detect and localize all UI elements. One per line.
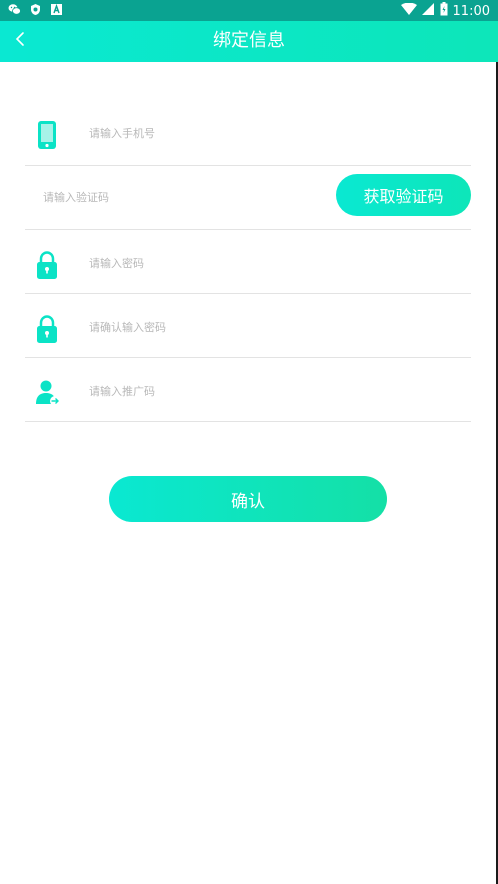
confirm-password-input[interactable] xyxy=(89,316,349,338)
bind-info-form: 获取验证码 xyxy=(25,100,471,422)
wifi-icon xyxy=(400,2,417,20)
lock-icon xyxy=(35,314,59,343)
a-icon xyxy=(50,3,63,16)
confirm-button[interactable]: 确认 xyxy=(109,476,387,522)
app-header: 绑定信息 xyxy=(0,21,498,62)
status-bar: 11:00 xyxy=(0,0,498,21)
wechat-icon xyxy=(8,3,21,16)
page-title: 绑定信息 xyxy=(213,30,285,51)
status-bar-right: 11:00 xyxy=(400,2,490,20)
password-row xyxy=(25,230,471,294)
screen: 11:00 绑定信息 获 xyxy=(0,0,498,884)
phone-icon xyxy=(35,120,59,149)
referral-input[interactable] xyxy=(89,380,349,402)
confirm-password-row xyxy=(25,294,471,358)
shield-icon xyxy=(29,3,42,16)
code-row: 获取验证码 xyxy=(25,166,471,230)
phone-input[interactable] xyxy=(89,122,349,144)
user-add-icon xyxy=(35,378,60,406)
status-bar-left xyxy=(8,3,63,16)
get-code-button[interactable]: 获取验证码 xyxy=(336,174,471,216)
password-input[interactable] xyxy=(89,252,349,274)
status-time: 11:00 xyxy=(452,3,490,19)
referral-row xyxy=(25,358,471,422)
lock-icon xyxy=(35,250,59,279)
signal-icon xyxy=(421,2,435,20)
phone-row xyxy=(25,100,471,166)
battery-icon xyxy=(440,2,448,20)
code-input[interactable] xyxy=(43,186,323,208)
